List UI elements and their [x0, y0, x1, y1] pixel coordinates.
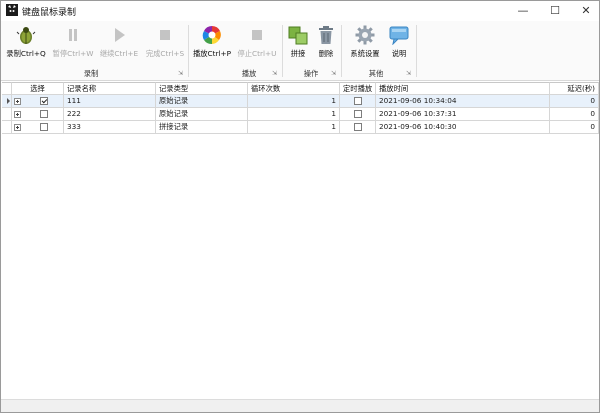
merge-icon [288, 26, 308, 45]
minimize-button[interactable]: — [509, 1, 537, 20]
help-button[interactable]: 说明 [387, 23, 411, 67]
grid-header: 选择 记录名称 记录类型 循环次数 定时播放 播放时间 延迟(秒) [2, 82, 599, 95]
column-header-type[interactable]: 记录类型 [156, 82, 248, 95]
select-checkbox[interactable] [40, 110, 48, 118]
expand-icon[interactable] [14, 124, 21, 131]
row-header[interactable] [2, 121, 12, 134]
group-launcher-icon[interactable]: ⇲ [272, 70, 279, 77]
record-name-cell[interactable]: 333 [64, 121, 156, 134]
group-separator [341, 25, 342, 77]
column-header-time[interactable]: 播放时间 [376, 82, 550, 95]
group-launcher-icon[interactable]: ⇲ [178, 70, 185, 77]
group-separator [188, 25, 189, 77]
gear-icon [355, 25, 375, 45]
pause-button-label: 暂停Ctrl+W [52, 49, 94, 58]
record-bug-icon [16, 27, 36, 44]
timed-play-cell [340, 95, 376, 108]
finish-button-label: 完成Ctrl+S [145, 49, 185, 58]
row-header[interactable] [2, 95, 12, 108]
current-row-indicator-icon [7, 98, 10, 104]
stop-button[interactable]: 停止Ctrl+U [235, 23, 279, 67]
timed-play-checkbox[interactable] [354, 97, 362, 105]
record-name-cell[interactable]: 111 [64, 95, 156, 108]
play-button[interactable]: 播放Ctrl+P [191, 23, 233, 67]
cat-logo-icon [6, 4, 18, 16]
group-separator [416, 25, 417, 77]
finish-button[interactable]: 完成Ctrl+S [143, 23, 187, 67]
column-header-name[interactable]: 记录名称 [64, 82, 156, 95]
status-bar [1, 399, 599, 412]
record-type-cell[interactable]: 原始记录 [156, 108, 248, 121]
column-header-loops[interactable]: 循环次数 [248, 82, 340, 95]
play-button-label: 播放Ctrl+P [192, 49, 232, 58]
help-button-label: 说明 [391, 49, 407, 58]
record-button[interactable]: 录制Ctrl+Q [5, 23, 47, 67]
select-checkbox[interactable] [40, 123, 48, 131]
stop-icon [252, 30, 262, 40]
select-cell [12, 121, 64, 134]
record-type-cell[interactable]: 原始记录 [156, 95, 248, 108]
play-time-cell[interactable]: 2021-09-06 10:34:04 [376, 95, 550, 108]
expand-icon[interactable] [14, 111, 21, 118]
resume-button[interactable]: 继续Ctrl+E [97, 23, 141, 67]
table-row[interactable]: 222 原始记录 1 2021-09-06 10:37:31 0 [2, 108, 599, 121]
close-button[interactable]: ✕ [572, 1, 600, 20]
color-wheel-icon [202, 26, 221, 45]
loop-count-cell[interactable]: 1 [248, 95, 340, 108]
play-time-cell[interactable]: 2021-09-06 10:37:31 [376, 108, 550, 121]
window-title: 键盘鼠标录制 [22, 8, 77, 18]
loop-count-cell[interactable]: 1 [248, 108, 340, 121]
group-label-other: 其他 [368, 69, 384, 78]
play-time-cell[interactable]: 2021-09-06 10:40:30 [376, 121, 550, 134]
ribbon-toolbar: 录制Ctrl+Q 暂停Ctrl+W 继续Ctrl+E 完成Ctrl+S 录制 ⇲ [1, 21, 599, 81]
pause-button[interactable]: 暂停Ctrl+W [51, 23, 95, 67]
record-name-cell[interactable]: 222 [64, 108, 156, 121]
record-type-cell[interactable]: 拼接记录 [156, 121, 248, 134]
maximize-button[interactable]: ☐ [541, 1, 569, 20]
table-row[interactable]: 333 拼接记录 1 2021-09-06 10:40:30 0 [2, 121, 599, 134]
timed-play-checkbox[interactable] [354, 123, 362, 131]
delay-cell[interactable]: 0 [550, 108, 599, 121]
column-header-select[interactable]: 选择 [12, 82, 64, 95]
pause-icon [69, 29, 77, 41]
system-settings-button[interactable]: 系统设置 [345, 23, 385, 67]
system-settings-label: 系统设置 [350, 49, 380, 58]
group-label-operate: 操作 [303, 69, 319, 78]
delete-button-label: 删除 [318, 49, 334, 58]
table-row[interactable]: 111 原始记录 1 2021-09-06 10:34:04 0 [2, 95, 599, 108]
delay-cell[interactable]: 0 [550, 95, 599, 108]
row-header-corner [2, 82, 12, 95]
expand-icon[interactable] [14, 98, 21, 105]
delete-button[interactable]: 删除 [313, 23, 339, 67]
timed-play-checkbox[interactable] [354, 110, 362, 118]
group-label-play: 播放 [241, 69, 257, 78]
speech-bubble-icon [389, 26, 409, 45]
select-checkbox[interactable] [40, 97, 48, 105]
title-bar: 键盘鼠标录制 — ☐ ✕ [1, 1, 599, 20]
loop-count-cell[interactable]: 1 [248, 121, 340, 134]
row-header[interactable] [2, 108, 12, 121]
app-window: 键盘鼠标录制 — ☐ ✕ 录制Ctrl+Q 暂停Ctrl+W 继续Ctrl+E … [0, 0, 600, 413]
group-separator [282, 25, 283, 77]
column-header-delay[interactable]: 延迟(秒) [550, 82, 599, 95]
group-launcher-icon[interactable]: ⇲ [331, 70, 338, 77]
merge-button[interactable]: 拼接 [285, 23, 311, 67]
timed-play-cell [340, 108, 376, 121]
delay-cell[interactable]: 0 [550, 121, 599, 134]
trash-icon [319, 26, 333, 44]
select-cell [12, 95, 64, 108]
play-icon [115, 28, 125, 42]
group-launcher-icon[interactable]: ⇲ [406, 70, 413, 77]
resume-button-label: 继续Ctrl+E [99, 49, 139, 58]
select-cell [12, 108, 64, 121]
stop-button-label: 停止Ctrl+U [237, 49, 277, 58]
records-grid: 选择 记录名称 记录类型 循环次数 定时播放 播放时间 延迟(秒) 111 原始… [2, 82, 599, 398]
merge-button-label: 拼接 [290, 49, 306, 58]
timed-play-cell [340, 121, 376, 134]
group-label-record: 录制 [83, 69, 99, 78]
stop-icon [160, 30, 170, 40]
column-header-timed[interactable]: 定时播放 [340, 82, 376, 95]
record-button-label: 录制Ctrl+Q [6, 49, 46, 58]
